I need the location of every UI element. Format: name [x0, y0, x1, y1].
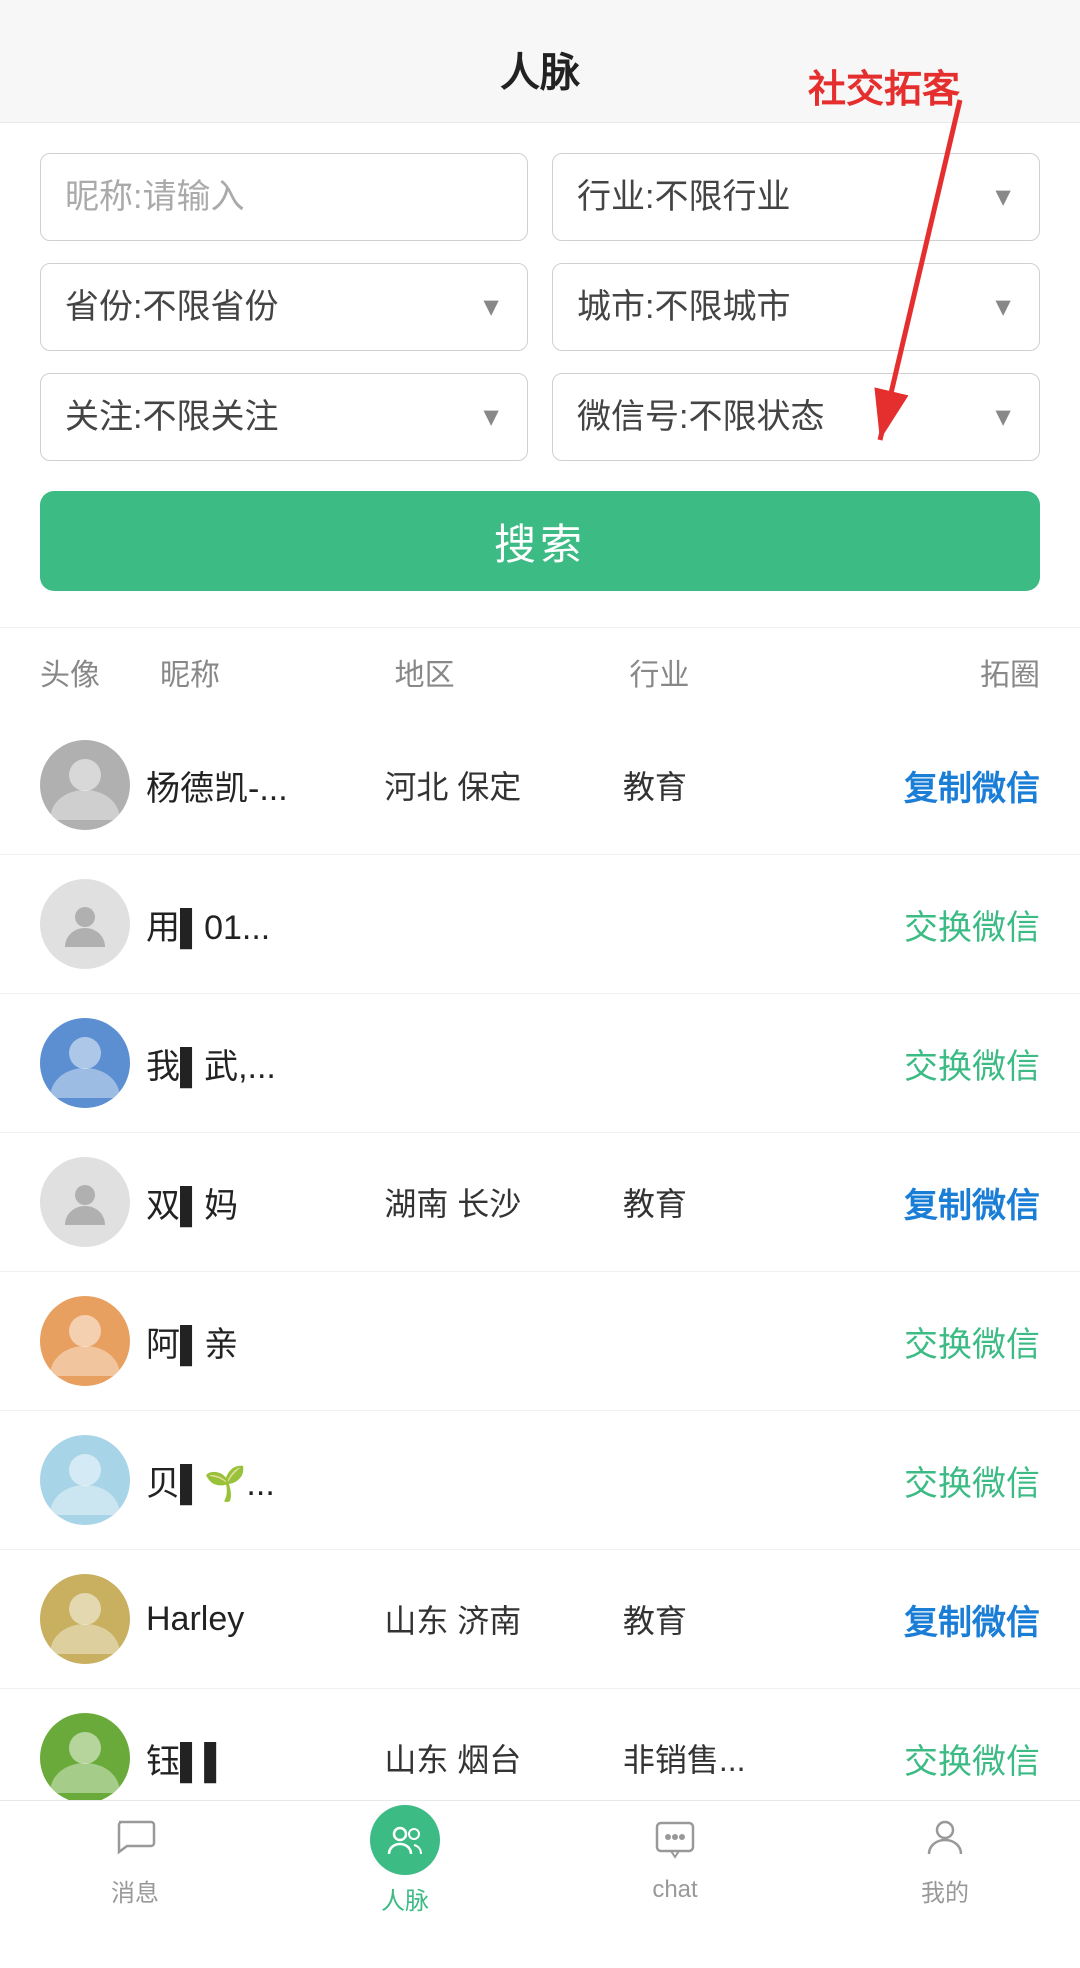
user-region: 山东 烟台 [384, 1735, 622, 1781]
city-select-wrapper: 城市:不限城市 [552, 263, 1040, 351]
renmai-active-bg [370, 1805, 440, 1875]
nav-label-messages: 消息 [111, 1873, 159, 1908]
nickname-input[interactable] [40, 153, 528, 241]
industry-select[interactable]: 行业:不限行业 [552, 153, 1040, 241]
follow-select[interactable]: 关注:不限关注 [40, 373, 528, 461]
user-name: 钰▌▌ [130, 1734, 384, 1783]
user-row[interactable]: 贝▌🌱... 交换微信 [0, 1411, 1080, 1550]
avatar [40, 740, 130, 830]
mine-icon [923, 1814, 967, 1867]
user-industry: 教育 [623, 1179, 802, 1225]
industry-select-wrapper: 行业:不限行业 [552, 153, 1040, 241]
nav-label-chat: chat [652, 1876, 697, 1904]
province-select[interactable]: 省份:不限省份 [40, 263, 528, 351]
avatar [40, 1713, 130, 1803]
user-name: 杨德凯-... [130, 761, 384, 810]
user-action[interactable]: 交换微信 [802, 900, 1040, 949]
col-header-action: 拓圈 [805, 650, 1040, 694]
col-header-name: 昵称 [150, 650, 395, 694]
city-select[interactable]: 城市:不限城市 [552, 263, 1040, 351]
user-row[interactable]: Harley 山东 济南 教育 复制微信 [0, 1550, 1080, 1689]
user-row[interactable]: 阿▌亲 交换微信 [0, 1272, 1080, 1411]
filter-row-1: 行业:不限行业 [40, 153, 1040, 241]
filter-row-2: 省份:不限省份 城市:不限城市 [40, 263, 1040, 351]
page-title: 人脉 [500, 51, 580, 95]
wechat-select-wrapper: 微信号:不限状态 [552, 373, 1040, 461]
user-row[interactable]: 用▌01... 交换微信 [0, 855, 1080, 994]
search-button[interactable]: 搜索 [40, 491, 1040, 591]
user-action[interactable]: 复制微信 [802, 1178, 1040, 1227]
user-name: 贝▌🌱... [130, 1456, 384, 1505]
user-row[interactable]: 我▌武,... 交换微信 [0, 994, 1080, 1133]
avatar [40, 879, 130, 969]
action-button[interactable]: 交换微信 [904, 909, 1040, 947]
action-button[interactable]: 交换微信 [904, 1465, 1040, 1503]
action-button[interactable]: 复制微信 [904, 1604, 1040, 1642]
wechat-select[interactable]: 微信号:不限状态 [552, 373, 1040, 461]
filter-row-3: 关注:不限关注 微信号:不限状态 [40, 373, 1040, 461]
filter-area: 行业:不限行业 省份:不限省份 城市:不限城市 关注:不限关注 [0, 123, 1080, 611]
messages-icon [113, 1814, 157, 1867]
user-name: 用▌01... [130, 900, 384, 949]
col-header-avatar: 头像 [40, 650, 150, 694]
chat-icon [653, 1817, 697, 1870]
user-region: 山东 济南 [384, 1596, 622, 1642]
col-header-region: 地区 [395, 650, 630, 694]
action-button[interactable]: 复制微信 [904, 1187, 1040, 1225]
user-name: Harley [130, 1600, 384, 1639]
avatar [40, 1018, 130, 1108]
user-region: 河北 保定 [384, 762, 622, 808]
nav-label-mine: 我的 [921, 1873, 969, 1908]
user-industry: 教育 [623, 1596, 802, 1642]
user-name: 双▌妈 [130, 1178, 384, 1227]
avatar [40, 1296, 130, 1386]
action-button[interactable]: 交换微信 [904, 1743, 1040, 1781]
follow-select-wrapper: 关注:不限关注 [40, 373, 528, 461]
user-action[interactable]: 交换微信 [802, 1039, 1040, 1088]
avatar [40, 1574, 130, 1664]
avatar [40, 1157, 130, 1247]
col-header-industry: 行业 [629, 650, 805, 694]
user-region: 湖南 长沙 [384, 1179, 622, 1225]
nav-item-messages[interactable]: 消息 [0, 1814, 270, 1908]
nav-item-chat[interactable]: chat [540, 1817, 810, 1904]
user-industry: 非销售... [623, 1735, 802, 1781]
user-name: 我▌武,... [130, 1039, 384, 1088]
nickname-wrapper [40, 153, 528, 241]
social-label-annotation: 社交拓客 [808, 58, 960, 113]
user-row[interactable]: 双▌妈 湖南 长沙 教育 复制微信 [0, 1133, 1080, 1272]
province-select-wrapper: 省份:不限省份 [40, 263, 528, 351]
user-action[interactable]: 复制微信 [802, 761, 1040, 810]
avatar [40, 1435, 130, 1525]
action-button[interactable]: 复制微信 [904, 770, 1040, 808]
user-action[interactable]: 交换微信 [802, 1734, 1040, 1783]
user-action[interactable]: 交换微信 [802, 1456, 1040, 1505]
user-action[interactable]: 复制微信 [802, 1595, 1040, 1644]
nav-item-renmai[interactable]: 人脉 [270, 1805, 540, 1916]
nav-label-renmai: 人脉 [381, 1881, 429, 1916]
action-button[interactable]: 交换微信 [904, 1048, 1040, 1086]
nav-item-mine[interactable]: 我的 [810, 1814, 1080, 1908]
user-industry: 教育 [623, 762, 802, 808]
user-action[interactable]: 交换微信 [802, 1317, 1040, 1366]
user-list: 杨德凯-... 河北 保定 教育 复制微信 用▌01... 交换微信 我▌武,.… [0, 716, 1080, 1828]
user-row[interactable]: 杨德凯-... 河北 保定 教育 复制微信 [0, 716, 1080, 855]
table-header: 头像 昵称 地区 行业 拓圈 [0, 627, 1080, 716]
bottom-nav: 消息 人脉 chat [0, 1800, 1080, 1920]
action-button[interactable]: 交换微信 [904, 1326, 1040, 1364]
renmai-icon [385, 1820, 425, 1860]
user-name: 阿▌亲 [130, 1317, 384, 1366]
